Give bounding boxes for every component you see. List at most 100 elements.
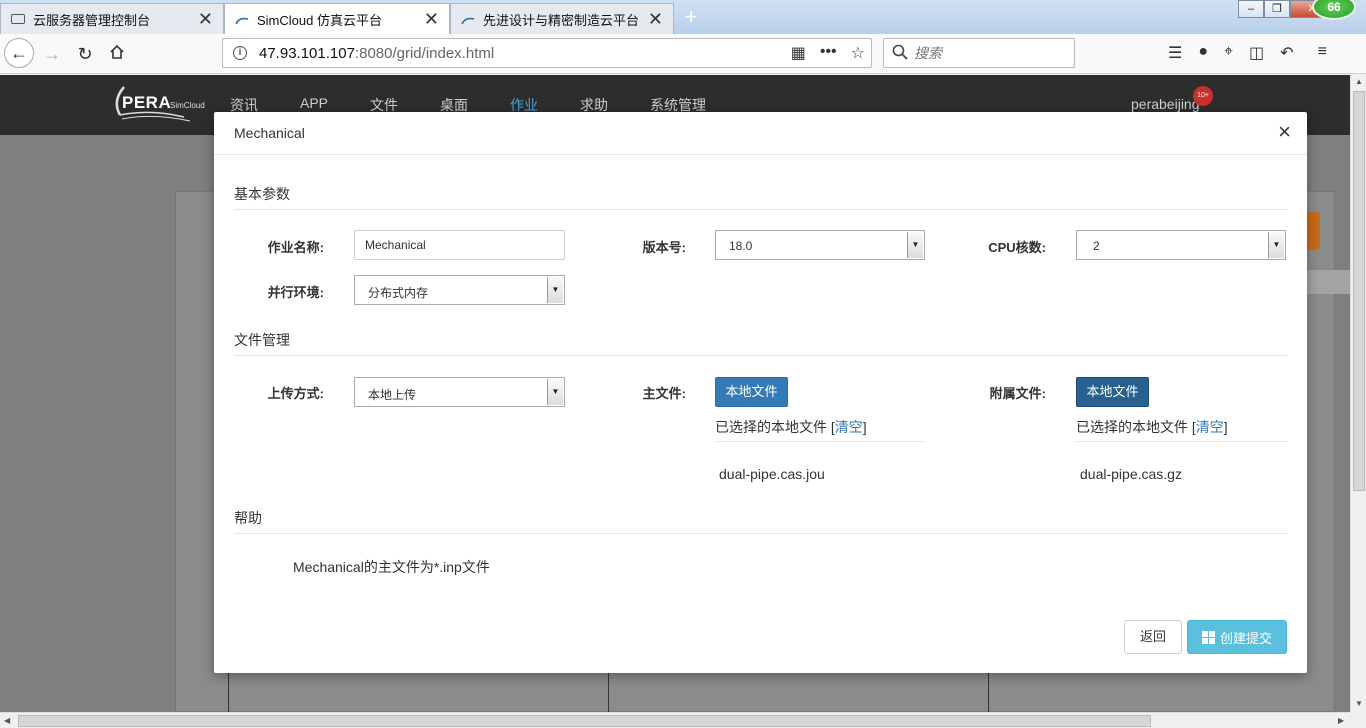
minimize-button[interactable]: – [1238,0,1264,18]
version-select[interactable]: 18.0 ▼ [715,230,925,260]
create-submit-button[interactable]: 创建提交 [1187,620,1287,654]
label-attach-file: 附属文件: [989,386,1046,401]
label-upload-method: 上传方式: [267,386,324,401]
home-icon[interactable] [103,40,131,68]
label-job-name: 作业名称: [267,240,324,255]
section-title-basic: 基本参数 [234,186,290,202]
qr-code-icon[interactable]: ▦ [791,43,806,63]
attach-local-file-button[interactable]: 本地文件 [1076,377,1149,407]
tab-title: 云服务器管理控制台 [33,12,151,28]
chevron-down-icon[interactable]: ▼ [547,277,563,303]
label-parallel-env: 并行环境: [267,285,324,300]
forward-icon[interactable]: → [38,40,66,68]
url-path: :8080/grid/index.html [354,44,495,62]
vertical-scrollbar[interactable]: ▲ ▼ [1350,75,1366,712]
help-text: Mechanical的主文件为*.inp文件 [293,559,490,575]
horizontal-scroll-thumb[interactable] [18,715,1151,727]
library-icon[interactable]: ☰ [1168,43,1182,63]
job-submit-dialog: Mechanical × 基本参数 作业名称: 版本号: 18.0 ▼ CPU核… [214,112,1307,673]
user-name[interactable]: perabeijing [1131,96,1200,112]
reload-icon[interactable]: ↻ [71,40,99,68]
attach-clear-link[interactable]: 清空 [1196,419,1224,435]
more-icon[interactable]: ••• [820,43,837,63]
section-title-help: 帮助 [234,510,262,526]
bookmark-star-icon[interactable]: ☆ [851,43,865,63]
grid-icon [1201,630,1215,644]
cloud-icon [235,14,249,25]
job-name-input[interactable] [354,230,565,260]
upload-method-value: 本地上传 [368,388,417,402]
section-divider [234,209,1287,210]
back-button[interactable]: 返回 [1124,620,1182,654]
selected-suffix: ] [862,419,867,435]
file-divider [1076,441,1287,442]
attach-file-name: dual-pipe.cas.gz [1080,466,1182,482]
main-file-name: dual-pipe.cas.jou [719,466,825,482]
address-bar[interactable]: i 47.93.101.107 :8080/grid/index.html ▦ … [222,38,872,68]
parallel-env-select[interactable]: 分布式内存 ▼ [354,275,565,305]
browser-tab-simcloud[interactable]: SimCloud 仿真云平台 ✕ [224,3,450,34]
maximize-button[interactable]: ❐ [1264,0,1290,18]
close-icon[interactable]: ✕ [648,9,663,30]
label-main-file: 主文件: [642,386,686,401]
pera-logo[interactable]: PERA SimCloud [110,81,206,123]
create-submit-label: 创建提交 [1219,630,1272,646]
cloud-icon [461,14,475,25]
message-count-badge[interactable]: 10+ [1193,86,1213,106]
chevron-down-icon[interactable]: ▼ [547,379,563,405]
chat-icon[interactable]: ● [1198,43,1208,63]
scroll-up-icon[interactable]: ▲ [1355,77,1363,86]
back-icon[interactable]: ← [4,38,34,68]
background-action-button [1306,212,1320,250]
upload-method-select[interactable]: 本地上传 ▼ [354,377,565,407]
tab-title: 先进设计与精密制造云平台 [483,12,640,28]
sidebar-icon[interactable]: ◫ [1249,43,1264,63]
background-divider [608,672,609,712]
selected-prefix: 已选择的本地文件 [ [715,419,835,435]
main-clear-link[interactable]: 清空 [835,419,863,435]
tab-title: SimCloud 仿真云平台 [257,12,382,28]
url-host: 47.93.101.107 [259,44,355,62]
console-icon [11,14,25,24]
main-selected-files: 已选择的本地文件 [清空] [715,417,867,437]
chevron-down-icon[interactable]: ▼ [907,232,923,258]
dialog-close-icon[interactable]: × [1278,121,1291,143]
horizontal-scrollbar[interactable]: ◀ ▶ [0,712,1350,728]
dialog-header: Mechanical × [214,112,1307,155]
new-tab-button[interactable]: + [680,4,702,30]
parallel-env-value: 分布式内存 [368,286,429,300]
search-icon [892,44,908,63]
attach-selected-files: 已选择的本地文件 [清空] [1076,417,1228,437]
label-version: 版本号: [642,240,686,255]
scroll-left-icon[interactable]: ◀ [4,716,10,725]
file-divider [715,441,925,442]
version-value: 18.0 [729,239,753,253]
search-input[interactable] [914,45,1064,61]
chevron-down-icon[interactable]: ▼ [1268,232,1284,258]
close-icon[interactable]: ✕ [198,9,213,30]
selected-prefix: 已选择的本地文件 [ [1076,419,1196,435]
section-title-files: 文件管理 [234,332,290,348]
close-icon[interactable]: ✕ [424,9,439,30]
main-local-file-button[interactable]: 本地文件 [715,377,788,407]
browser-nav-bar: ← → ↻ i 47.93.101.107 :8080/grid/index.h… [0,34,1366,74]
scroll-down-icon[interactable]: ▼ [1355,699,1363,708]
background-divider [988,672,989,712]
scroll-right-icon[interactable]: ▶ [1338,716,1344,725]
menu-icon[interactable]: ≡ [1318,43,1327,63]
crop-icon[interactable]: ⌖ [1224,43,1233,63]
browser-tab-bar: 云服务器管理控制台 ✕ SimCloud 仿真云平台 ✕ 先进设计与精密制造云平… [0,0,1366,34]
logo-text: PERA [122,93,172,112]
selected-suffix: ] [1223,419,1228,435]
browser-tab-advanced-design[interactable]: 先进设计与精密制造云平台 ✕ [450,3,674,34]
cpu-cores-select[interactable]: 2 ▼ [1076,230,1286,260]
undo-icon[interactable]: ↶ [1280,43,1293,63]
section-divider [234,355,1287,356]
search-box[interactable] [883,38,1075,68]
vertical-scroll-thumb[interactable] [1353,91,1365,491]
browser-tab-ecs-console[interactable]: 云服务器管理控制台 ✕ [0,3,224,34]
dialog-title: Mechanical [234,125,305,141]
cpu-cores-value: 2 [1093,239,1100,253]
logo-subtext: SimCloud [170,101,205,110]
info-icon[interactable]: i [233,46,247,60]
